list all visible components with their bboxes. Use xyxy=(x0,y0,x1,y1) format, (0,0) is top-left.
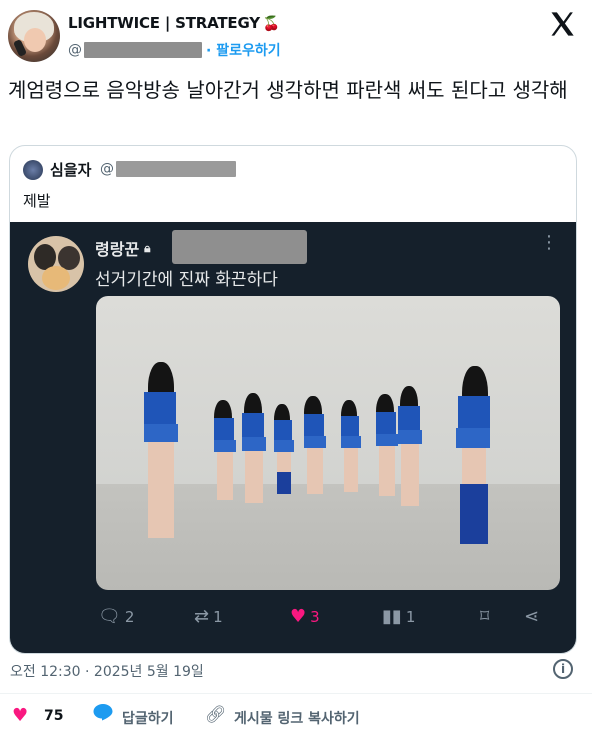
screenshot-avatar xyxy=(28,236,84,292)
author-avatar[interactable] xyxy=(8,10,60,62)
info-icon[interactable]: i xyxy=(553,659,573,679)
quoted-tweet-card[interactable]: 심을자 @ 제발 령랑꾼 🔒︎ ⋮ 선거기간에 진짜 화끈하다 🗨︎ 2 ⇄ 1… xyxy=(9,145,577,654)
x-logo-icon[interactable] xyxy=(548,10,576,38)
quote-text: 제발 xyxy=(23,192,51,210)
tweet-timestamp[interactable]: 오전 12:30 · 2025년 5월 19일 xyxy=(10,661,204,681)
bookmark-icon: ⌑ xyxy=(480,606,490,627)
like-count: 3 xyxy=(310,607,320,626)
video-thumbnail xyxy=(96,296,560,590)
more-options-icon: ⋮ xyxy=(540,232,558,253)
reply-button[interactable]: 답글하기 xyxy=(122,708,174,728)
embedded-screenshot: 령랑꾼 🔒︎ ⋮ 선거기간에 진짜 화끈하다 🗨︎ 2 ⇄ 1 ♥ 3 ▮▮ 1… xyxy=(10,222,576,653)
like-action: ♥ 3 xyxy=(290,606,320,627)
divider xyxy=(0,693,592,694)
redacted-handle xyxy=(116,161,236,177)
copy-link-button[interactable]: 게시물 링크 복사하기 xyxy=(234,708,360,728)
reply-count: 2 xyxy=(124,607,135,626)
cherry-emoji: 🍒 xyxy=(262,16,281,32)
link-icon[interactable]: 🔗︎ xyxy=(205,705,227,725)
quote-author-avatar xyxy=(23,160,43,180)
bookmark-action: ⌑ xyxy=(480,606,493,627)
screenshot-action-bar: 🗨︎ 2 ⇄ 1 ♥ 3 ▮▮ 1 ⌑ ⋖ xyxy=(10,606,576,636)
views-action: ▮▮ 1 xyxy=(382,606,415,627)
share-action: ⋖ xyxy=(524,606,543,627)
quote-handle-prefix: @ xyxy=(100,161,114,177)
redacted-handle xyxy=(84,42,202,58)
screenshot-name-text: 령랑꾼 xyxy=(95,240,140,259)
author-handle-prefix: @ xyxy=(68,42,82,58)
screenshot-author-name: 령랑꾼 🔒︎ xyxy=(95,236,151,260)
author-name-text: LIGHTWICE | STRATEGY xyxy=(68,14,260,32)
author-handle-row: @ · 팔로우하기 xyxy=(68,40,281,60)
retweet-count: 1 xyxy=(213,607,223,626)
retweet-icon: ⇄ xyxy=(194,606,210,627)
reply-bubble-icon[interactable] xyxy=(92,703,114,721)
author-display-name[interactable]: LIGHTWICE | STRATEGY 🍒 xyxy=(68,14,280,32)
tweet-text: 계엄령으로 음악방송 날아간거 생각하면 파란색 써도 된다고 생각해 xyxy=(8,78,568,102)
redacted-handle xyxy=(172,230,307,264)
screenshot-tweet-text: 선거기간에 진짜 화끈하다 xyxy=(95,270,278,290)
reply-icon: 🗨︎ xyxy=(98,606,121,627)
follow-button[interactable]: · 팔로우하기 xyxy=(206,40,281,60)
like-button-heart-icon[interactable]: ♥ xyxy=(12,705,28,726)
retweet-action: ⇄ 1 xyxy=(194,606,223,627)
reply-action: 🗨︎ 2 xyxy=(98,606,134,627)
quote-author-name: 심을자 xyxy=(50,161,92,179)
quote-author-handle: @ xyxy=(100,161,236,177)
views-bar-chart-icon: ▮▮ xyxy=(382,606,402,627)
views-count: 1 xyxy=(405,607,416,626)
share-icon: ⋖ xyxy=(524,606,540,627)
like-count: 75 xyxy=(44,708,64,724)
heart-icon: ♥ xyxy=(290,606,307,627)
lock-icon: 🔒︎ xyxy=(144,240,151,255)
